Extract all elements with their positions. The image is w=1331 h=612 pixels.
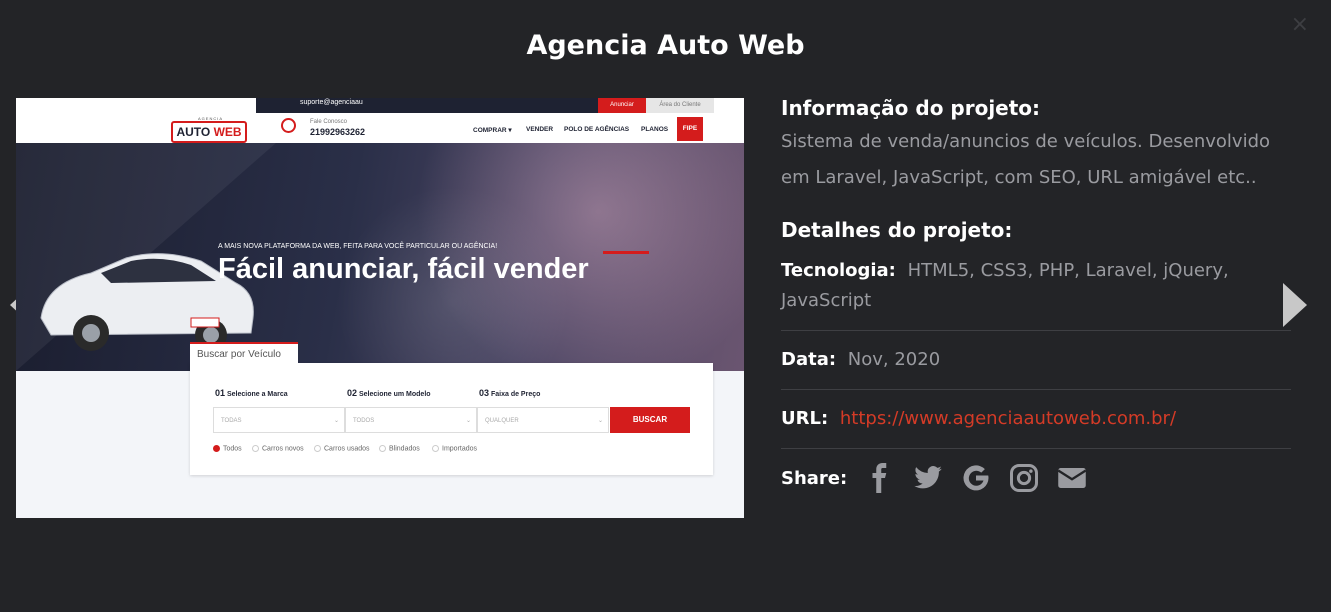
site-headline: Fácil anunciar, fácil vender xyxy=(218,253,589,285)
site-area-cliente-button: Área do Cliente xyxy=(646,98,714,113)
site-buscar-button: BUSCAR xyxy=(610,407,690,433)
instagram-icon[interactable] xyxy=(1009,463,1039,493)
close-icon[interactable]: × xyxy=(1291,12,1309,37)
info-heading: Informação do projeto: xyxy=(781,96,1041,120)
site-menu-planos: PLANOS xyxy=(641,126,669,133)
site-hero: A MAIS NOVA PLATAFORMA DA WEB, FEITA PAR… xyxy=(16,143,744,371)
step-preco: 03 Faixa de Preço xyxy=(479,388,541,398)
site-header: AGENCIA AUTO WEB xyxy=(16,113,744,144)
share-bar: Share: xyxy=(781,463,1291,493)
radio-blindados: Blindados xyxy=(379,445,420,452)
details-heading: Detalhes do projeto: xyxy=(781,218,1013,242)
site-tagline: A MAIS NOVA PLATAFORMA DA WEB, FEITA PAR… xyxy=(218,243,498,250)
google-icon[interactable] xyxy=(961,463,991,493)
project-url-link[interactable]: https://www.agenciaautoweb.com.br/ xyxy=(840,408,1176,429)
select-marca: TODAS ⌄ xyxy=(213,407,345,433)
select-preco: QUALQUER ⌄ xyxy=(477,407,609,433)
site-email: suporte@agenciaau xyxy=(300,99,363,106)
site-anunciar-button: Anunciar xyxy=(598,98,646,113)
step-modelo: 02 Selecione um Modelo xyxy=(347,388,431,398)
radio-todos: Todos xyxy=(213,445,242,452)
radio-carros-usados: Carros usados xyxy=(314,445,370,452)
detail-url: URL: https://www.agenciaautoweb.com.br/ xyxy=(781,390,1291,449)
site-menu-comprar: COMPRAR ▾ xyxy=(473,127,512,134)
facebook-icon[interactable] xyxy=(865,463,895,493)
project-description: Sistema de venda/anuncios de veículos. D… xyxy=(781,131,1271,188)
headline-underline xyxy=(603,251,649,254)
radio-carros-novos: Carros novos xyxy=(252,445,304,452)
site-menu-vender: VENDER xyxy=(526,126,554,133)
radio-importados: Importados xyxy=(432,445,477,452)
site-fale-conosco: Fale Conosco xyxy=(310,119,348,125)
site-phone: 21992963262 xyxy=(310,127,366,137)
detail-technology: Tecnologia: HTML5, CSS3, PHP, Laravel, j… xyxy=(781,242,1291,331)
modal-title: Agencia Auto Web xyxy=(526,30,805,61)
site-menu-fipe: FIPE xyxy=(677,117,703,141)
email-icon[interactable] xyxy=(1057,463,1087,493)
step-marca: 01 Selecione a Marca xyxy=(215,388,288,398)
select-modelo: TODOS ⌄ xyxy=(345,407,477,433)
whatsapp-icon xyxy=(281,118,296,133)
site-topbar: suporte@agenciaau Anunciar Área do Clien… xyxy=(16,98,744,113)
site-menu-polo: POLO DE AGÊNCIAS xyxy=(564,126,630,133)
project-info: Informação do projeto: Sistema de venda/… xyxy=(781,96,1291,493)
share-label: Share: xyxy=(781,467,848,489)
search-tab: Buscar por Veículo xyxy=(190,342,298,364)
project-screenshot: suporte@agenciaau Anunciar Área do Clien… xyxy=(16,98,744,518)
twitter-icon[interactable] xyxy=(913,463,943,493)
site-logo: AUTO WEB xyxy=(171,121,247,143)
detail-date: Data: Nov, 2020 xyxy=(781,331,1291,390)
